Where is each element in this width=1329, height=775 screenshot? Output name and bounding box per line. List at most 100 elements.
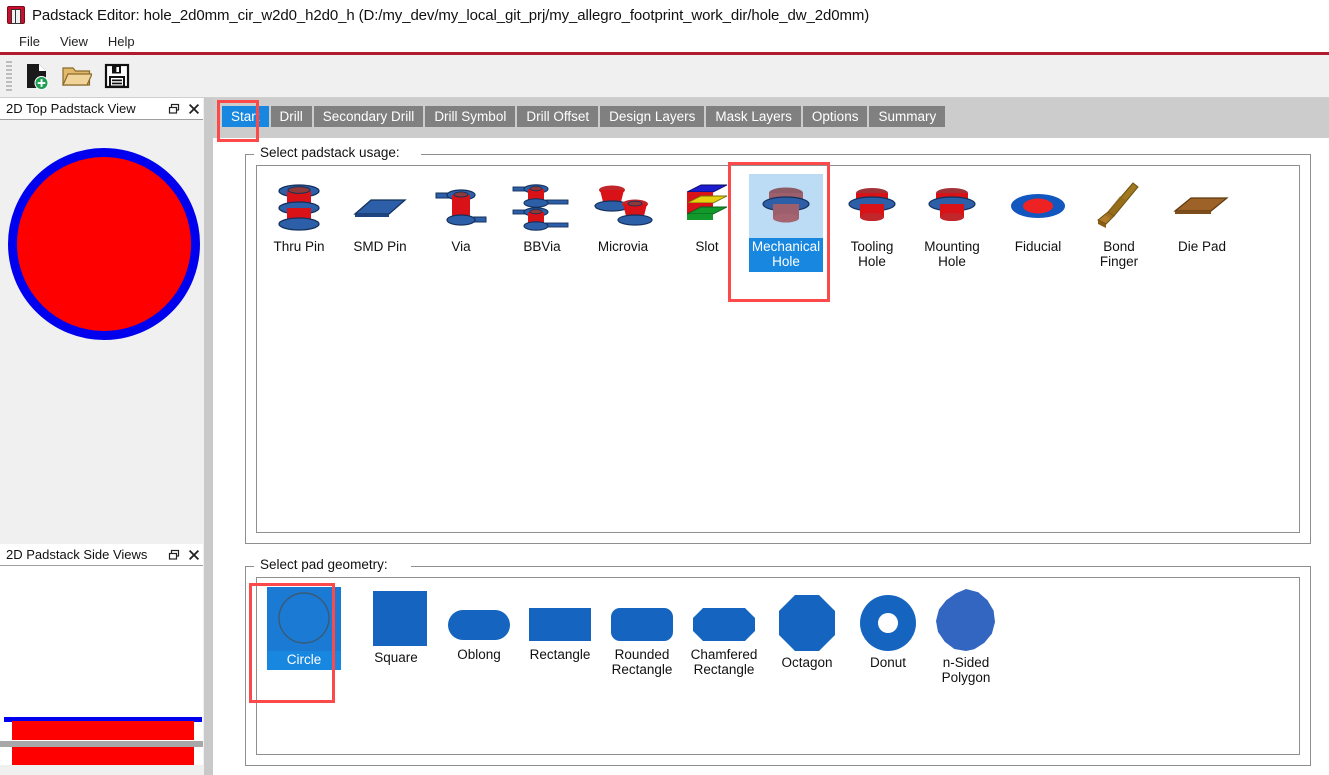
- usage-label: Mechanical Hole: [751, 239, 821, 269]
- padstack-editor-window: Padstack Editor: hole_2d0mm_cir_w2d0_h2d…: [0, 0, 1329, 775]
- top-view-title-bar: 2D Top Padstack View: [0, 98, 208, 120]
- tab-drill-offset[interactable]: Drill Offset: [517, 106, 599, 127]
- start-tab-panel: Select padstack usage: Thru Pin SMD Pin …: [213, 138, 1329, 775]
- geometry-cell-rounded-rectangle[interactable]: Rounded Rectangle: [605, 602, 679, 677]
- left-dock: 2D Top Padstack View 2D Padstack Side Vi…: [0, 98, 208, 775]
- panel-2d-padstack-side-views: 2D Padstack Side Views: [0, 544, 208, 765]
- close-icon[interactable]: [184, 546, 204, 564]
- geometry-cell-circle[interactable]: Circle: [267, 587, 341, 670]
- geometry-cell-donut[interactable]: Donut: [851, 592, 925, 670]
- pad-geometry-group: Select pad geometry: Circle Square Oblon…: [245, 557, 1311, 766]
- tab-secondary-drill[interactable]: Secondary Drill: [313, 106, 424, 127]
- usage-label: Thru Pin: [273, 239, 325, 254]
- usage-cell-tooling-hole[interactable]: Tooling Hole: [835, 176, 909, 269]
- geometry-cell-chamfered-rectangle[interactable]: Chamfered Rectangle: [687, 602, 761, 677]
- usage-label: BBVia: [523, 239, 561, 254]
- tab-drill-symbol[interactable]: Drill Symbol: [425, 106, 516, 127]
- main-toolbar: [0, 55, 1329, 98]
- tab-design-layers[interactable]: Design Layers: [600, 106, 705, 127]
- pad-preview-circle: [8, 148, 200, 340]
- save-padstack-icon[interactable]: [97, 57, 137, 95]
- geometry-cell-n-sided-polygon[interactable]: n-Sided Polygon: [929, 588, 1003, 685]
- thru-pin-icon: [262, 176, 336, 238]
- usage-label: Mounting Hole: [924, 239, 980, 269]
- octagon-shape-icon: [770, 592, 844, 654]
- usage-cell-mounting-hole[interactable]: Mounting Hole: [915, 176, 989, 269]
- geometry-label: Oblong: [457, 647, 501, 662]
- side-view-bottom-pad: [12, 747, 194, 765]
- top-padstack-canvas[interactable]: [0, 120, 208, 544]
- usage-cell-via[interactable]: Via: [424, 176, 498, 254]
- geometry-label: Octagon: [781, 655, 833, 670]
- usage-cell-slot[interactable]: Slot: [670, 176, 744, 254]
- toolbar-grip[interactable]: [6, 61, 12, 91]
- mechanical-hole-icon: [749, 174, 823, 238]
- group-frame-top-left: [245, 154, 254, 155]
- oblong-shape-icon: [442, 602, 516, 646]
- side-views-canvas[interactable]: [0, 566, 208, 765]
- usage-cell-smd-pin[interactable]: SMD Pin: [343, 176, 417, 254]
- padstack-editor-icon: [7, 6, 25, 24]
- usage-label: Bond Finger: [1099, 239, 1139, 269]
- usage-label: SMD Pin: [353, 239, 407, 254]
- usage-cell-microvia[interactable]: Microvia: [586, 176, 660, 254]
- mounting-hole-icon: [915, 176, 989, 238]
- geometry-label: Rectangle: [529, 647, 591, 662]
- usage-cell-die-pad[interactable]: Die Pad: [1165, 176, 1239, 254]
- fiducial-icon: [1001, 176, 1075, 238]
- geometry-label: Circle: [286, 652, 322, 667]
- new-padstack-icon[interactable]: [17, 57, 57, 95]
- close-icon[interactable]: [184, 100, 204, 118]
- tab-mask-layers[interactable]: Mask Layers: [706, 106, 801, 127]
- geometry-cell-octagon[interactable]: Octagon: [770, 592, 844, 670]
- usage-label: Tooling Hole: [850, 239, 894, 269]
- geometry-cell-square[interactable]: Square: [359, 587, 433, 665]
- geometry-label: Donut: [869, 655, 907, 670]
- menu-view[interactable]: View: [50, 32, 98, 51]
- tab-drill[interactable]: Drill: [270, 106, 312, 127]
- pad-geometry-list: Circle Square Oblong Rectangle Rounded R…: [256, 577, 1300, 755]
- dock-splitter[interactable]: [203, 98, 213, 775]
- geometry-label: Chamfered Rectangle: [690, 647, 758, 677]
- pad-geometry-label: Select pad geometry:: [256, 557, 392, 572]
- geometry-label: n-Sided Polygon: [941, 655, 991, 685]
- usage-cell-mechanical-hole[interactable]: Mechanical Hole: [749, 174, 823, 272]
- group-frame-top-left: [245, 566, 254, 567]
- usage-cell-bond-finger[interactable]: Bond Finger: [1082, 176, 1156, 269]
- menu-help[interactable]: Help: [98, 32, 145, 51]
- side-views-title-bar: 2D Padstack Side Views: [0, 544, 208, 566]
- usage-cell-thru-pin[interactable]: Thru Pin: [262, 176, 336, 254]
- tab-options[interactable]: Options: [802, 106, 868, 127]
- panel-2d-top-padstack-view: 2D Top Padstack View: [0, 98, 208, 544]
- smd-pin-icon: [343, 176, 417, 238]
- usage-label: Slot: [695, 239, 719, 254]
- menu-file[interactable]: File: [9, 32, 50, 51]
- circle-shape-icon: [267, 587, 341, 651]
- geometry-cell-oblong[interactable]: Oblong: [442, 602, 516, 662]
- menu-bar: File View Help: [0, 30, 1329, 52]
- rectangle-shape-icon: [523, 602, 597, 646]
- tab-start[interactable]: Start: [222, 106, 269, 127]
- padstack-usage-group: Select padstack usage: Thru Pin SMD Pin …: [245, 145, 1311, 544]
- donut-shape-icon: [851, 592, 925, 654]
- rounded-rectangle-shape-icon: [605, 602, 679, 646]
- title-bar: Padstack Editor: hole_2d0mm_cir_w2d0_h2d…: [0, 0, 1329, 30]
- restore-icon[interactable]: [164, 100, 184, 118]
- tab-summary[interactable]: Summary: [869, 106, 946, 127]
- geometry-cell-rectangle[interactable]: Rectangle: [523, 602, 597, 662]
- usage-label: Fiducial: [1014, 239, 1062, 254]
- group-frame-top-right: [421, 154, 1311, 155]
- padstack-usage-list: Thru Pin SMD Pin Via BBVia Microvia Slot…: [256, 165, 1300, 533]
- usage-cell-fiducial[interactable]: Fiducial: [1001, 176, 1075, 254]
- side-view-top-pad: [12, 721, 194, 740]
- geometry-label: Rounded Rectangle: [611, 647, 673, 677]
- usage-cell-bbvia[interactable]: BBVia: [505, 176, 579, 254]
- group-frame-top-right: [411, 566, 1311, 567]
- restore-icon[interactable]: [164, 546, 184, 564]
- window-title: Padstack Editor: hole_2d0mm_cir_w2d0_h2d…: [32, 6, 870, 24]
- wizard-tab-strip: Start Drill Secondary Drill Drill Symbol…: [213, 98, 1329, 138]
- open-padstack-icon[interactable]: [57, 57, 97, 95]
- top-view-title: 2D Top Padstack View: [6, 101, 136, 116]
- tooling-hole-icon: [835, 176, 909, 238]
- geometry-label: Square: [374, 650, 418, 665]
